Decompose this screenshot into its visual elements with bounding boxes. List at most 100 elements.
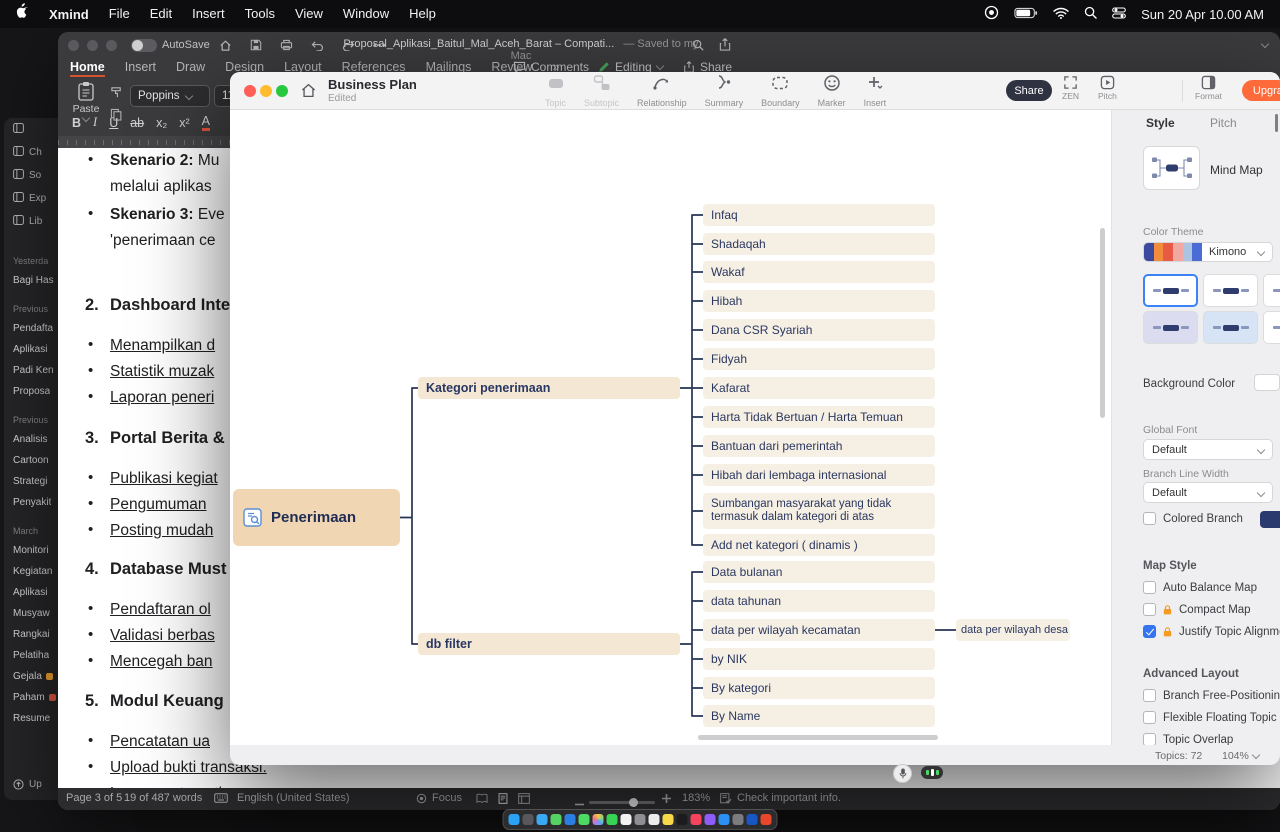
- page-indicator[interactable]: Page 3 of 5: [66, 792, 122, 804]
- dock-app-notes[interactable]: [663, 814, 674, 825]
- menubar-clock[interactable]: Sun 20 Apr 10.00 AM: [1141, 7, 1264, 22]
- mindmap-root-topic[interactable]: Penerimaan: [233, 489, 400, 546]
- focus-icon[interactable]: [416, 793, 427, 807]
- keyboard-icon[interactable]: [214, 793, 228, 806]
- menubar-menu-help[interactable]: Help: [399, 0, 446, 28]
- proofing-tip[interactable]: Check important info.: [737, 792, 841, 804]
- mindmap-subtopic[interactable]: Sumbangan masyarakat yang tidak termasuk…: [703, 493, 935, 529]
- battery-icon[interactable]: [1014, 7, 1038, 22]
- save-icon[interactable]: [250, 39, 262, 51]
- close-button[interactable]: [244, 85, 256, 97]
- mindmap-subtopic[interactable]: Bantuan dari pemerintah: [703, 435, 935, 457]
- mindmap-branch-topic[interactable]: Kategori penerimaan: [418, 377, 680, 399]
- panel-scrollbar[interactable]: [1275, 114, 1278, 132]
- mindmap-subtopic[interactable]: Data bulanan: [703, 561, 935, 583]
- sidebar-item[interactable]: Paham: [13, 687, 60, 708]
- control-center-icon[interactable]: [1112, 7, 1126, 22]
- home-icon[interactable]: [219, 39, 232, 52]
- mindmap-subtopic[interactable]: Hibah dari lembaga internasional: [703, 464, 935, 486]
- menubar-menu-file[interactable]: File: [99, 0, 140, 28]
- font-select[interactable]: Poppins: [130, 85, 210, 107]
- relationship-button[interactable]: Relationship: [634, 74, 690, 108]
- option-flexible-floating-topic[interactable]: Flexible Floating Topic: [1143, 711, 1277, 724]
- option-branch-free-positioning[interactable]: Branch Free-Positioning: [1143, 689, 1280, 702]
- vertical-scrollbar[interactable]: [1100, 228, 1105, 418]
- colored-branch-option[interactable]: Colored Branch: [1143, 512, 1243, 525]
- option-auto-balance-map[interactable]: Auto Balance Map: [1143, 581, 1257, 594]
- mindmap-subtopic[interactable]: By kategori: [703, 677, 935, 699]
- microphone-icon[interactable]: [893, 764, 912, 783]
- mindmap-subtopic[interactable]: Wakaf: [703, 261, 935, 283]
- sidebar-item[interactable]: Padi Ken: [13, 360, 60, 381]
- menubar-menu-tools[interactable]: Tools: [235, 0, 285, 28]
- word-count[interactable]: 19 of 487 words: [124, 792, 202, 804]
- mindmap-subtopic[interactable]: Infaq: [703, 204, 935, 226]
- apple-menu[interactable]: [6, 0, 39, 28]
- dock-app-contacts[interactable]: [635, 814, 646, 825]
- background-color-swatch[interactable]: [1254, 374, 1280, 391]
- sidebar-item[interactable]: Aplikasi: [13, 582, 60, 603]
- autosave-toggle[interactable]: AutoSave: [131, 39, 210, 52]
- dock-app-mail[interactable]: [565, 814, 576, 825]
- sidebar-item[interactable]: Pendafta: [13, 318, 60, 339]
- sidebar-item[interactable]: Monitori: [13, 540, 60, 561]
- dock-app-reminders[interactable]: [649, 814, 660, 825]
- structure-thumbnail[interactable]: [1143, 146, 1200, 190]
- upgrade-button[interactable]: Upgrade: [1242, 80, 1280, 101]
- input-source-indicator[interactable]: [921, 766, 943, 779]
- tab-pitch[interactable]: Pitch: [1210, 116, 1237, 130]
- mindmap-subtopic[interactable]: Fidyah: [703, 348, 935, 370]
- mindmap-branch-topic[interactable]: db filter: [418, 633, 680, 655]
- menubar-menu-view[interactable]: View: [285, 0, 333, 28]
- dock-app-tv[interactable]: [677, 814, 688, 825]
- wifi-icon[interactable]: [1053, 7, 1069, 22]
- print-layout-icon[interactable]: [498, 793, 508, 807]
- theme-thumbnail[interactable]: [1263, 274, 1280, 307]
- sidebar-item[interactable]: Rangkai: [13, 624, 60, 645]
- dock-app-safari[interactable]: [537, 814, 548, 825]
- sidebar-item[interactable]: Bagi Has: [13, 270, 60, 291]
- colored-branch-checkbox[interactable]: [1143, 512, 1156, 525]
- checkbox[interactable]: [1143, 711, 1156, 724]
- panel-tool-toggle[interactable]: [4, 118, 60, 141]
- zoom-button[interactable]: [276, 85, 288, 97]
- branch-color-swatch[interactable]: [1260, 511, 1280, 528]
- sidebar-item[interactable]: Penyakit: [13, 492, 60, 513]
- format-button[interactable]: Format: [1195, 75, 1222, 101]
- dock-app-messages[interactable]: [551, 814, 562, 825]
- zoom-button[interactable]: [106, 40, 117, 51]
- close-button[interactable]: [68, 40, 79, 51]
- dock-app-maps[interactable]: [579, 814, 590, 825]
- print-icon[interactable]: [280, 39, 293, 51]
- dock-app-launchpad[interactable]: [523, 814, 534, 825]
- mindmap-subtopic[interactable]: Harta Tidak Bertuan / Harta Temuan: [703, 406, 935, 428]
- boundary-button[interactable]: Boundary: [758, 74, 803, 108]
- dock-app-photos[interactable]: [593, 814, 604, 825]
- web-layout-icon[interactable]: [518, 793, 530, 807]
- share-button[interactable]: Share: [1006, 80, 1052, 101]
- proofing-icon[interactable]: [720, 793, 732, 807]
- language-indicator[interactable]: English (United States): [237, 792, 350, 804]
- sidebar-item[interactable]: Pelatiha: [13, 645, 60, 666]
- zoom-slider[interactable]: [589, 797, 655, 800]
- mindmap-subtopic[interactable]: data per wilayah kecamatan: [703, 619, 935, 641]
- font-color-button[interactable]: A: [202, 114, 210, 131]
- mindmap-subtopic[interactable]: Add net kategori ( dinamis ): [703, 534, 935, 556]
- horizontal-scrollbar[interactable]: [698, 735, 938, 740]
- theme-select[interactable]: Kimono: [1143, 242, 1273, 262]
- option-justify-topic-alignment[interactable]: Justify Topic Alignment: [1143, 625, 1280, 638]
- share-icon[interactable]: [719, 38, 731, 51]
- theme-thumbnail[interactable]: [1203, 311, 1258, 344]
- theme-thumbnail[interactable]: [1143, 311, 1198, 344]
- undo-icon[interactable]: [311, 40, 324, 51]
- branch-line-width-select[interactable]: Default: [1143, 482, 1273, 503]
- checkbox[interactable]: [1143, 689, 1156, 702]
- zoom-in-button[interactable]: [662, 794, 671, 806]
- zoom-percent[interactable]: 183%: [682, 792, 710, 804]
- checkbox[interactable]: [1143, 733, 1156, 745]
- mindmap-canvas[interactable]: PenerimaanKategori penerimaanInfaqShadaq…: [230, 110, 1112, 745]
- panel-tool-so[interactable]: So: [4, 164, 60, 187]
- mindmap-subtopic[interactable]: Kafarat: [703, 377, 935, 399]
- pitch-button[interactable]: Pitch: [1098, 75, 1117, 101]
- sidebar-item-up[interactable]: Up: [13, 779, 42, 790]
